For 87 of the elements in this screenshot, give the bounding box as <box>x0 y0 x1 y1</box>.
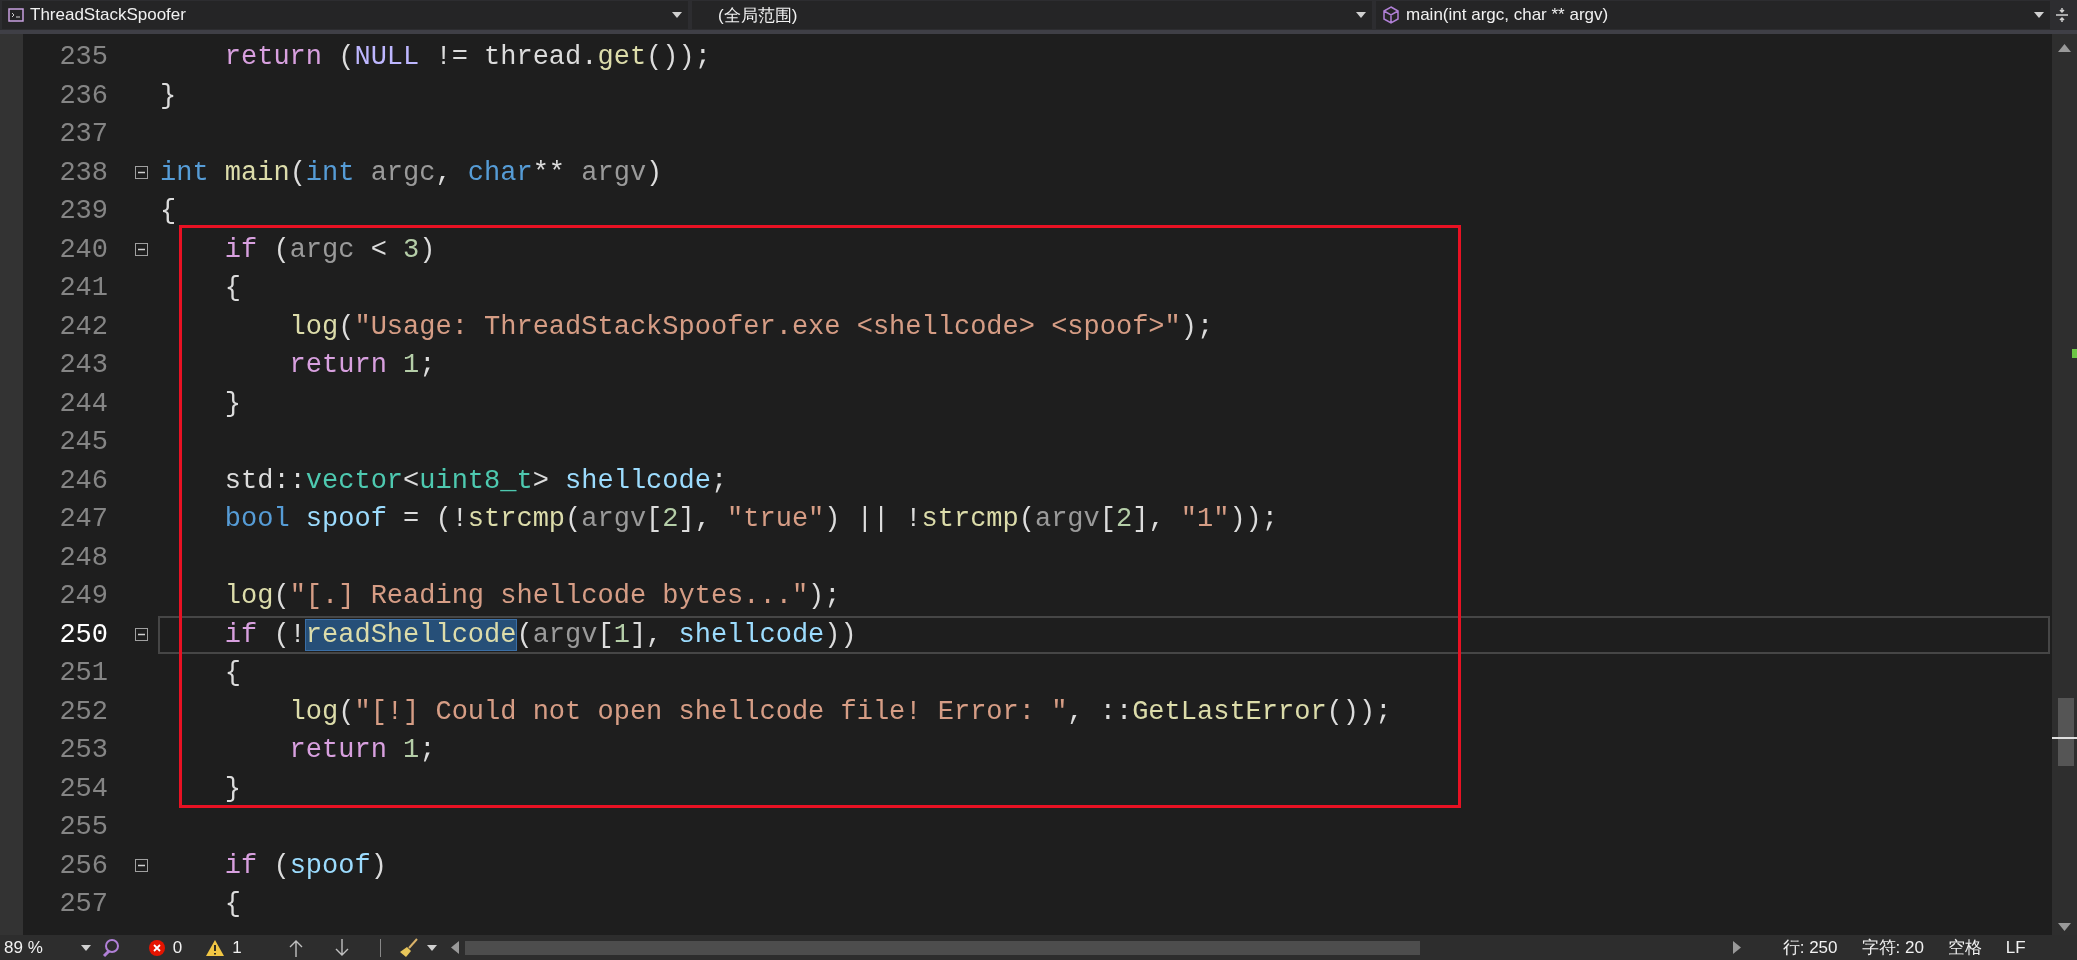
code-line: log("[.] Reading shellcode bytes..."); <box>223 580 842 614</box>
line-number: 244 <box>58 388 108 419</box>
error-count[interactable]: 0 <box>140 937 191 958</box>
error-icon <box>148 939 165 956</box>
indentation-indicator[interactable]: 空格 <box>1935 936 1994 959</box>
caret-icon <box>2034 12 2044 18</box>
code-line: bool spoof = (!strcmp(argv[2], "true") || !strcmp(argv[2], "1")); <box>223 503 1279 537</box>
code-text: 1 <box>613 619 630 650</box>
change-marker <box>2072 349 2077 358</box>
line-number: 246 <box>58 465 108 496</box>
caret-icon <box>426 944 437 951</box>
up-arrow-icon[interactable] <box>287 938 304 957</box>
code-line: { <box>223 888 242 922</box>
split-icon[interactable] <box>2054 7 2070 23</box>
caret-position-marker <box>2052 737 2077 739</box>
line-number: 251 <box>58 658 108 689</box>
line-number: 240 <box>58 234 108 265</box>
caret-icon <box>80 944 91 951</box>
code-line: log("Usage: ThreadStackSpoofer.exe <shellcode> <spoof>"); <box>288 310 1215 344</box>
line-number: 241 <box>58 273 108 304</box>
down-arrow-icon[interactable] <box>333 938 350 957</box>
collapse-icon[interactable] <box>135 859 148 873</box>
warning-count[interactable]: 1 <box>190 937 258 958</box>
warning-icon <box>206 939 225 956</box>
code-line: { <box>223 272 242 306</box>
vertical-scrollbar[interactable] <box>2052 34 2077 935</box>
code-text: )) <box>824 619 857 650</box>
line-number: 247 <box>58 504 108 535</box>
left-arrow-icon[interactable] <box>450 941 459 954</box>
line-number: 248 <box>58 542 108 573</box>
code-line: { <box>223 657 242 691</box>
code-text: shellcode <box>678 619 825 650</box>
code-line: return 1; <box>288 349 437 383</box>
code-line: if (argc < 3) <box>223 233 437 267</box>
line-number: 249 <box>58 581 108 612</box>
line-number: 252 <box>58 696 108 727</box>
code-line: } <box>159 79 178 113</box>
code-line: std::vector<uint8_t> shellcode; <box>223 464 729 498</box>
code-line: log("[!] Could not open shellcode file! Error: ", ::GetLastError()); <box>288 695 1393 729</box>
selected-text: readShellcode <box>305 619 517 650</box>
scroll-thumb[interactable] <box>464 940 1420 955</box>
code-text: (! <box>272 619 306 650</box>
column-indicator[interactable]: 字符: 20 <box>1849 936 1936 959</box>
right-arrow-icon[interactable] <box>1732 941 1741 954</box>
collapse-icon[interactable] <box>135 628 148 642</box>
code-line: } <box>223 387 242 421</box>
line-number: 253 <box>58 735 108 766</box>
line-number: 254 <box>58 773 108 804</box>
brush-icon <box>398 937 419 958</box>
line-indicator[interactable]: 行: 250 <box>1770 936 1850 959</box>
code-text: ], <box>629 619 664 650</box>
line-number: 239 <box>58 196 108 227</box>
code-line: if (spoof) <box>223 849 388 883</box>
down-arrow-icon[interactable] <box>2058 923 2071 931</box>
line-number: 236 <box>58 80 108 111</box>
collapse-icon[interactable] <box>135 243 148 257</box>
project-icon <box>8 7 24 23</box>
project-dropdown[interactable]: ThreadStackSpoofer <box>2 1 688 29</box>
code-line: { <box>159 195 178 229</box>
collapse-icon[interactable] <box>135 166 148 180</box>
line-number: 242 <box>58 311 108 342</box>
code-text: argv <box>532 619 598 650</box>
code-text: if <box>223 619 258 650</box>
line-number: 237 <box>58 119 108 150</box>
code-line: } <box>223 772 242 806</box>
code-line: return 1; <box>288 734 437 768</box>
line-number: 238 <box>58 157 108 188</box>
caret-icon <box>672 12 682 18</box>
line-number: 256 <box>58 850 108 881</box>
up-arrow-icon[interactable] <box>2058 44 2071 52</box>
zoom-dropdown[interactable]: 89 % <box>0 937 95 958</box>
code-text: ( <box>516 619 533 650</box>
line-number: 255 <box>58 812 108 843</box>
code-line: return (NULL != thread.get()); <box>223 41 712 75</box>
code-text: [ <box>597 619 614 650</box>
line-number: 235 <box>58 42 108 73</box>
line-ending-indicator[interactable]: LF <box>1993 937 2038 958</box>
caret-icon <box>1356 12 1366 18</box>
member-dropdown[interactable]: main(int argc, char ** argv) <box>1376 1 2050 29</box>
line-number: 257 <box>58 889 108 920</box>
line-number: 243 <box>58 350 108 381</box>
scroll-thumb[interactable] <box>2058 698 2074 766</box>
scope-dropdown[interactable]: (全局范围) <box>692 1 1372 29</box>
line-number: 250 <box>58 619 108 650</box>
code-line: int main(int argc, char** argv) <box>159 156 664 190</box>
cube-icon <box>1382 6 1400 24</box>
line-number: 245 <box>58 427 108 458</box>
